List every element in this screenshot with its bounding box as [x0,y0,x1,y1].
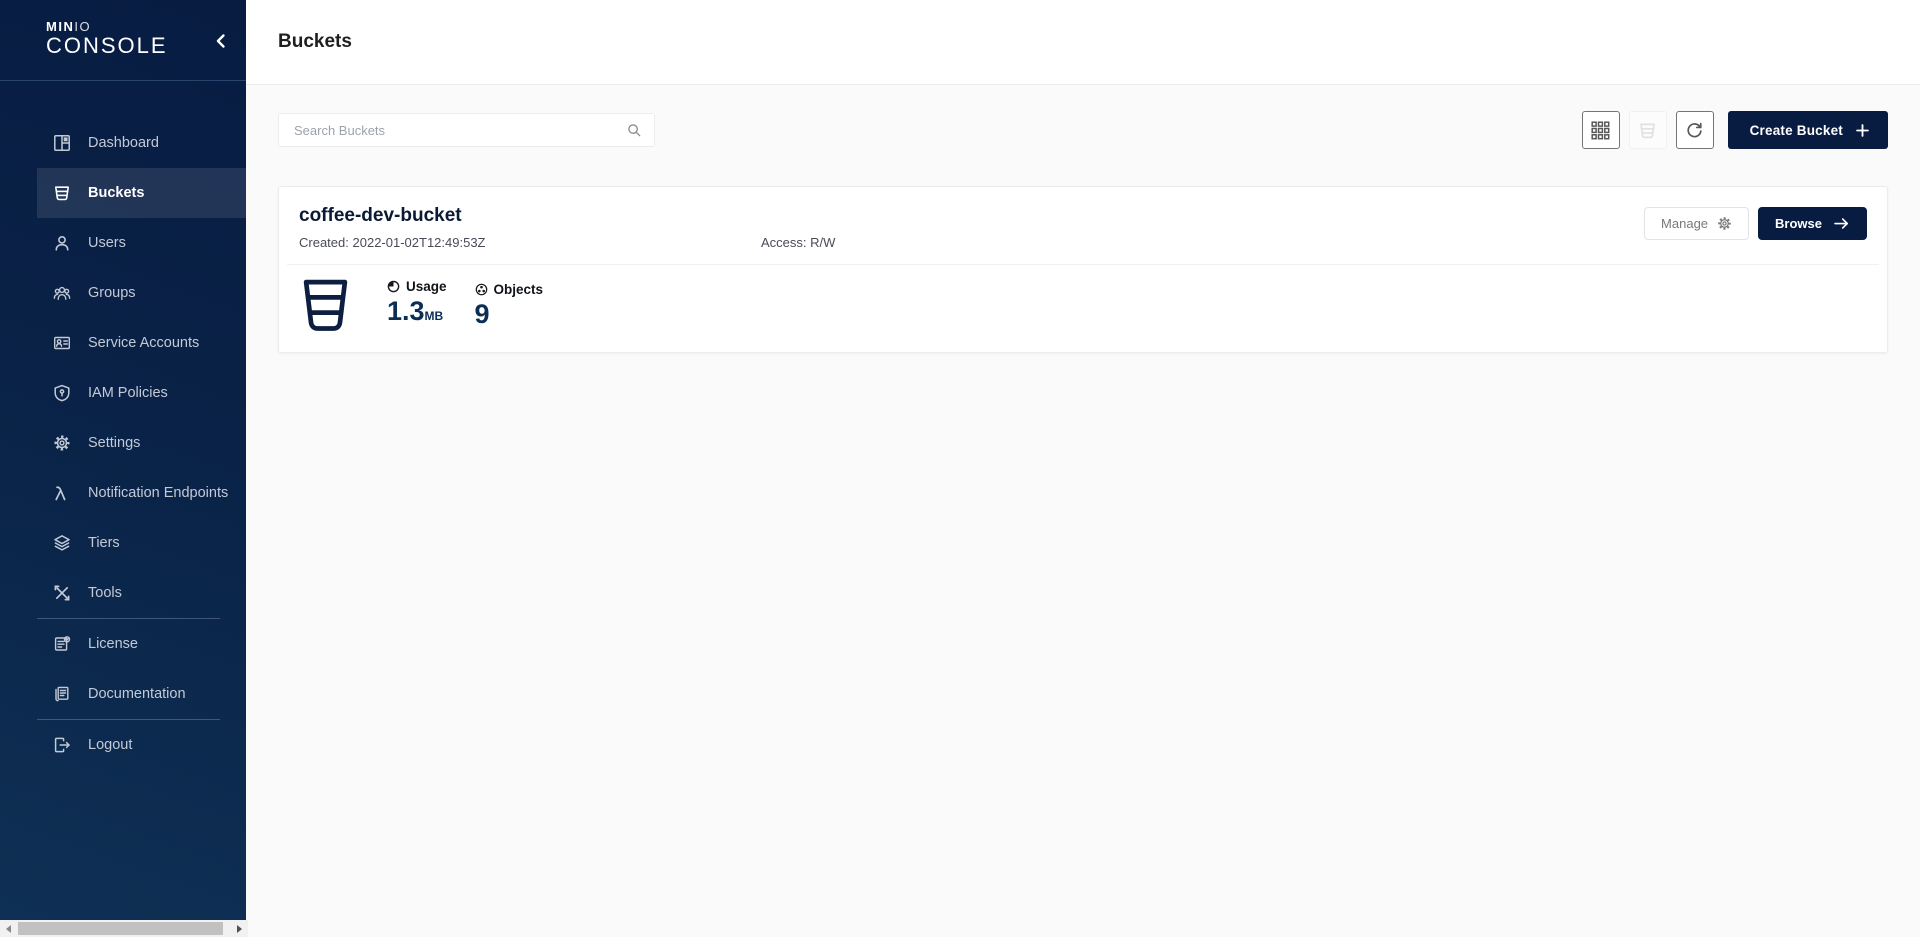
sidebar-item-label: Users [88,235,126,251]
usage-unit: MB [425,309,444,323]
usage-metric: Usage 1.3MB [387,279,447,331]
sidebar-item-label: Notification Endpoints [88,485,228,501]
scroll-left-arrow[interactable] [0,920,17,937]
page-header: Buckets [246,0,1920,85]
sidebar-item-documentation[interactable]: Documentation [37,669,246,719]
usage-label-row: Usage [387,279,447,294]
lambda-icon [53,484,71,502]
usage-pie-icon [387,280,400,293]
toolbar-buttons: Create Bucket [1582,111,1888,149]
manage-button[interactable]: Manage [1644,207,1749,240]
sidebar-item-tools[interactable]: Tools [37,568,246,618]
sidebar-item-label: Groups [88,285,136,301]
sidebar-item-groups[interactable]: Groups [37,268,246,318]
sidebar: MINIO CONSOLE Dashboard Buckets Users Gr… [0,0,246,920]
documentation-icon [53,685,71,703]
horizontal-scrollbar[interactable] [0,920,248,937]
bucket-icon [302,276,349,334]
sidebar-item-label: Dashboard [88,135,159,151]
usage-value: 1.3MB [387,296,447,331]
iam-policies-icon [53,384,71,402]
bucket-created: Created: 2022-01-02T12:49:53Z [299,235,761,250]
arrow-right-icon [1833,217,1850,230]
objects-icon [475,283,488,296]
scrollbar-thumb[interactable] [18,922,223,935]
minio-logo: MINIO CONSOLE [0,0,246,81]
refresh-button[interactable] [1676,111,1714,149]
triangle-right-icon [237,925,242,933]
grid-view-button[interactable] [1582,111,1620,149]
browse-button[interactable]: Browse [1758,207,1867,240]
create-bucket-label: Create Bucket [1750,123,1843,138]
manage-label: Manage [1661,216,1708,231]
collapse-sidebar-button[interactable] [210,30,232,52]
sidebar-item-dashboard[interactable]: Dashboard [37,118,246,168]
license-icon [53,635,71,653]
objects-value: 9 [475,299,544,329]
sidebar-item-service-accounts[interactable]: Service Accounts [37,318,246,368]
sidebar-item-label: Tiers [88,535,120,551]
objects-metric: Objects 9 [475,282,544,329]
gear-icon [1717,216,1732,231]
groups-icon [53,284,71,302]
settings-icon [53,434,71,452]
chevron-left-icon [210,0,232,116]
bucket-access: Access: R/W [761,235,835,250]
sidebar-item-settings[interactable]: Settings [37,418,246,468]
tools-icon [53,584,71,602]
sidebar-item-label: Buckets [88,185,144,201]
content-area: Create Bucket coffee-dev-bucket Created:… [246,85,1920,937]
bucket-card-top: coffee-dev-bucket Created: 2022-01-02T12… [299,204,1867,250]
list-view-button[interactable] [1629,111,1667,149]
sidebar-menu: Dashboard Buckets Users Groups Service A… [0,81,246,770]
sidebar-item-iam-policies[interactable]: IAM Policies [37,368,246,418]
bucket-heading: coffee-dev-bucket Created: 2022-01-02T12… [299,204,835,250]
scrollbar-track[interactable] [17,920,231,937]
sidebar-item-buckets[interactable]: Buckets [37,168,246,218]
bucket-meta: Created: 2022-01-02T12:49:53Z Access: R/… [299,235,835,250]
sidebar-item-users[interactable]: Users [37,218,246,268]
bucket-card-buttons: Manage Browse [1644,207,1867,240]
bucket-name: coffee-dev-bucket [299,204,835,228]
plus-icon [1855,123,1870,138]
sidebar-item-label: License [88,636,138,652]
bucket-card[interactable]: coffee-dev-bucket Created: 2022-01-02T12… [278,186,1888,353]
objects-label-row: Objects [475,282,544,297]
service-accounts-icon [53,334,71,352]
create-bucket-button[interactable]: Create Bucket [1728,111,1888,149]
browse-label: Browse [1775,216,1822,231]
usage-label: Usage [406,279,447,294]
tiers-icon [53,534,71,552]
sidebar-item-notification-endpoints[interactable]: Notification Endpoints [37,468,246,518]
users-icon [53,234,71,252]
sidebar-item-label: Documentation [88,686,186,702]
grid-icon [1591,121,1610,140]
objects-label: Objects [494,282,544,297]
main-area: Buckets Create Bucket [246,0,1920,937]
bucket-list-icon [1638,121,1657,140]
actions-row: Create Bucket [278,111,1888,149]
scroll-right-arrow[interactable] [231,920,248,937]
sidebar-item-label: IAM Policies [88,385,168,401]
sidebar-item-logout[interactable]: Logout [37,720,246,770]
dashboard-icon [53,134,71,152]
sidebar-item-label: Settings [88,435,140,451]
search-box [278,113,655,147]
sidebar-item-label: Tools [88,585,122,601]
logout-icon [53,736,71,754]
sidebar-item-license[interactable]: License [37,619,246,669]
search-icon [626,122,642,138]
sidebar-item-tiers[interactable]: Tiers [37,518,246,568]
sidebar-item-label: Service Accounts [88,335,199,351]
bucket-metrics: Usage 1.3MB Objects 9 [299,265,1867,334]
sidebar-item-label: Logout [88,737,132,753]
search-input[interactable] [294,123,626,138]
triangle-left-icon [6,925,11,933]
refresh-icon [1685,121,1704,140]
buckets-icon [53,184,71,202]
page-title: Buckets [278,31,352,53]
